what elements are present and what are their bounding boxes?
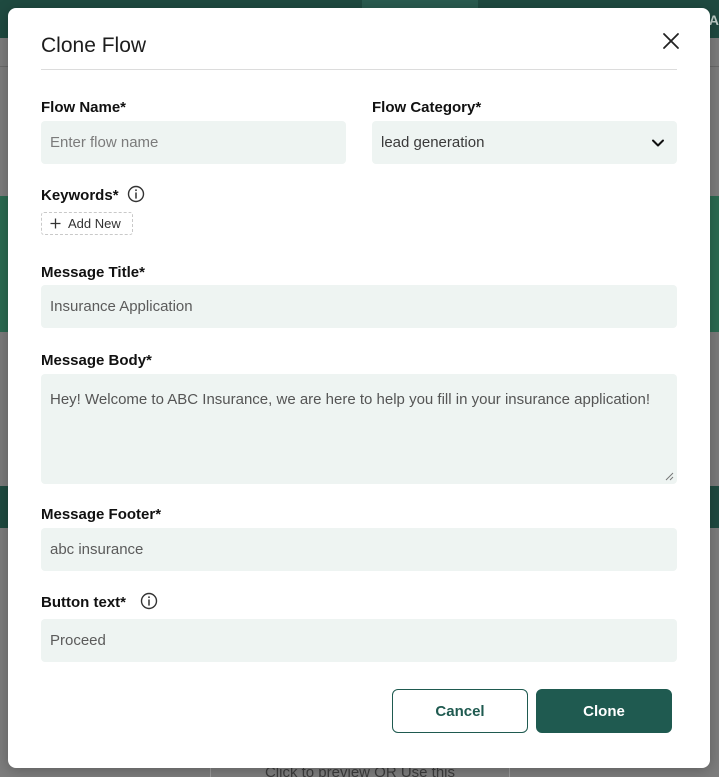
- info-icon[interactable]: [140, 592, 158, 610]
- close-icon: [663, 33, 679, 49]
- message-body-value: Hey! Welcome to ABC Insurance, we are he…: [50, 391, 651, 408]
- button-text-label: Button text*: [41, 594, 126, 611]
- message-title-label: Message Title*: [41, 264, 145, 281]
- message-footer-label: Message Footer*: [41, 506, 162, 523]
- message-body-label: Message Body*: [41, 352, 152, 369]
- button-text-value: Proceed: [50, 632, 106, 649]
- flow-name-placeholder: Enter flow name: [50, 134, 159, 151]
- flow-category-label: Flow Category*: [372, 99, 482, 116]
- clone-button[interactable]: Clone: [536, 689, 672, 733]
- message-footer-value: abc insurance: [50, 541, 144, 558]
- message-title-value: Insurance Application: [50, 298, 193, 315]
- add-keyword-button[interactable]: Add New: [41, 212, 133, 235]
- chevron-down-icon: [652, 139, 664, 146]
- flow-name-label: Flow Name*: [41, 99, 127, 116]
- plus-icon: [50, 218, 61, 229]
- flow-name-input[interactable]: Enter flow name: [41, 121, 346, 164]
- message-footer-input[interactable]: abc insurance: [41, 528, 677, 571]
- info-icon[interactable]: [127, 185, 145, 203]
- cancel-button[interactable]: Cancel: [392, 689, 528, 733]
- flow-category-select[interactable]: lead generation: [372, 121, 677, 164]
- add-new-label: Add New: [68, 216, 121, 231]
- resize-handle-icon[interactable]: [665, 472, 674, 481]
- message-body-textarea[interactable]: Hey! Welcome to ABC Insurance, we are he…: [41, 374, 677, 484]
- keywords-label: Keywords*: [41, 187, 119, 204]
- flow-category-value: lead generation: [381, 134, 485, 151]
- dialog-title: Clone Flow: [41, 34, 147, 57]
- button-text-input[interactable]: Proceed: [41, 619, 677, 662]
- title-divider: [41, 69, 677, 70]
- close-button[interactable]: [660, 30, 682, 52]
- message-title-input[interactable]: Insurance Application: [41, 285, 677, 328]
- clone-flow-dialog: Clone Flow Flow Name* Enter flow name Fl…: [8, 8, 710, 768]
